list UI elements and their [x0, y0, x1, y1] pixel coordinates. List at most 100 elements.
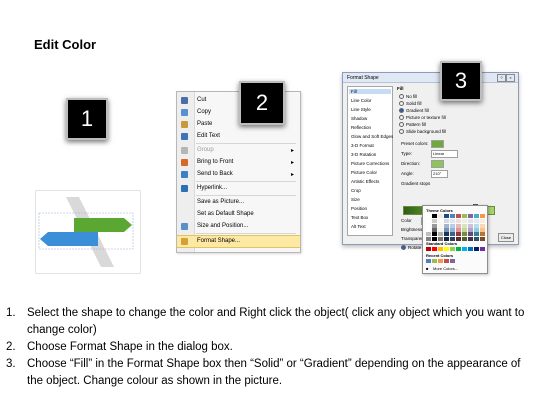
submenu-arrow-icon: ▸ [290, 160, 294, 166]
category-item[interactable]: Fill [349, 89, 391, 94]
instruction-text: Choose Format Shape in the dialog box. [27, 341, 233, 353]
color-swatch[interactable] [462, 236, 467, 241]
help-icon[interactable]: ? [497, 74, 506, 82]
menu-item-label: Size and Position... [197, 223, 249, 229]
color-swatch[interactable] [468, 214, 473, 218]
menu-separator [196, 181, 296, 182]
color-swatch[interactable] [480, 236, 485, 241]
menu-item-label: Copy [197, 109, 212, 115]
angle-label: Angle: [401, 171, 414, 176]
direction-button[interactable] [431, 160, 444, 168]
color-swatch[interactable] [426, 236, 431, 241]
fill-option-radio[interactable]: No fill [399, 94, 417, 100]
copy-icon [181, 109, 188, 116]
color-swatch[interactable] [474, 247, 479, 251]
color-swatch[interactable] [426, 214, 431, 218]
color-swatch[interactable] [480, 214, 485, 218]
menu-item[interactable]: Hyperlink... [177, 183, 300, 194]
type-label: Type: [401, 151, 413, 156]
color-swatch[interactable] [474, 214, 479, 218]
edit-text-icon [181, 133, 188, 140]
menu-item[interactable]: Format Shape... [177, 235, 300, 248]
color-swatch[interactable] [432, 236, 437, 241]
menu-item[interactable]: Send to Back ▸ [177, 169, 300, 180]
category-item[interactable]: 3-D Rotation [351, 152, 376, 157]
category-item[interactable]: Line Color [351, 98, 372, 103]
menu-item[interactable]: Save as Picture... [177, 197, 300, 208]
category-item[interactable]: Line Style [351, 107, 371, 112]
category-item[interactable]: Size [351, 197, 360, 202]
menu-item-label: Edit Text [197, 133, 220, 139]
color-swatch[interactable] [450, 236, 455, 241]
color-swatch[interactable] [438, 259, 443, 263]
category-item[interactable]: Crop [351, 188, 361, 193]
fill-option-radio[interactable]: Picture or texture fill [399, 115, 446, 121]
color-swatch[interactable] [456, 214, 461, 218]
color-swatch[interactable] [444, 214, 449, 218]
bring-front-icon [181, 159, 188, 166]
menu-item[interactable]: Size and Position... [177, 221, 300, 232]
color-swatch[interactable] [438, 236, 443, 241]
menu-item-label: Set as Default Shape [197, 211, 254, 217]
color-swatch[interactable] [426, 247, 431, 251]
color-swatch[interactable] [480, 247, 485, 251]
menu-item-label: Paste [197, 121, 213, 127]
blue-arrow[interactable] [40, 232, 98, 246]
close-icon[interactable]: × [506, 74, 515, 82]
category-item[interactable]: Text Box [351, 215, 368, 220]
color-swatch[interactable] [432, 259, 437, 263]
fill-option-radio[interactable]: Solid fill [399, 101, 422, 107]
color-swatch[interactable] [462, 247, 467, 251]
group-icon [181, 147, 188, 154]
color-swatch[interactable] [468, 247, 473, 251]
color-swatch[interactable] [456, 247, 461, 251]
angle-input[interactable]: 210° [431, 170, 448, 178]
menu-item[interactable]: Edit Text [177, 131, 300, 142]
color-swatch[interactable] [450, 214, 455, 218]
category-item[interactable]: Picture Corrections [351, 161, 389, 166]
category-item[interactable]: Artistic Effects [351, 179, 379, 184]
arrow-shapes[interactable] [36, 191, 140, 273]
standard-colors-label: Standard Colors [426, 241, 458, 246]
color-swatch[interactable] [438, 214, 443, 218]
color-swatch[interactable] [426, 259, 431, 263]
color-swatch[interactable] [474, 236, 479, 241]
menu-item[interactable]: Set as Default Shape [177, 209, 300, 220]
color-swatch[interactable] [450, 247, 455, 251]
fill-option-label: Slide background fill [406, 129, 447, 134]
color-swatch[interactable] [438, 247, 443, 251]
color-swatch[interactable] [450, 259, 455, 263]
fill-option-radio[interactable]: Gradient fill [399, 108, 429, 114]
type-select[interactable]: Linear [431, 150, 458, 158]
fill-option-radio[interactable]: Pattern fill [399, 122, 426, 128]
green-arrow[interactable] [74, 218, 132, 232]
checkbox-mark-icon [401, 245, 406, 251]
color-swatch[interactable] [444, 259, 449, 263]
close-button[interactable]: Close [498, 233, 514, 242]
menu-item[interactable]: Bring to Front ▸ [177, 157, 300, 168]
category-item[interactable]: Alt Text [351, 224, 366, 229]
radio-icon [399, 101, 404, 107]
category-item[interactable]: Glow and Soft Edges [351, 134, 393, 139]
menu-separator [196, 195, 296, 196]
color-swatch[interactable] [444, 247, 449, 251]
fill-option-radio[interactable]: Slide background fill [399, 129, 447, 135]
color-swatch[interactable] [462, 214, 467, 218]
step-badge-1: 1 [66, 98, 108, 140]
hyperlink-icon [181, 185, 188, 192]
color-swatch[interactable] [444, 236, 449, 241]
category-item[interactable]: Picture Color [351, 170, 377, 175]
selected-shape-panel[interactable] [35, 190, 141, 274]
color-swatch[interactable] [432, 214, 437, 218]
category-item[interactable]: Reflection [351, 125, 371, 130]
color-swatch[interactable] [468, 236, 473, 241]
category-item[interactable]: 3-D Format [351, 143, 374, 148]
more-colors-link[interactable]: More Colors... [433, 266, 458, 271]
category-item[interactable]: Shadow [351, 116, 367, 121]
instruction-1: 1. Select the shape to change the color … [0, 305, 540, 339]
color-swatch[interactable] [456, 236, 461, 241]
menu-item-label: Format Shape... [197, 238, 241, 244]
color-swatch[interactable] [432, 247, 437, 251]
category-item[interactable]: Position [351, 206, 367, 211]
preset-colors-button[interactable] [431, 140, 444, 148]
